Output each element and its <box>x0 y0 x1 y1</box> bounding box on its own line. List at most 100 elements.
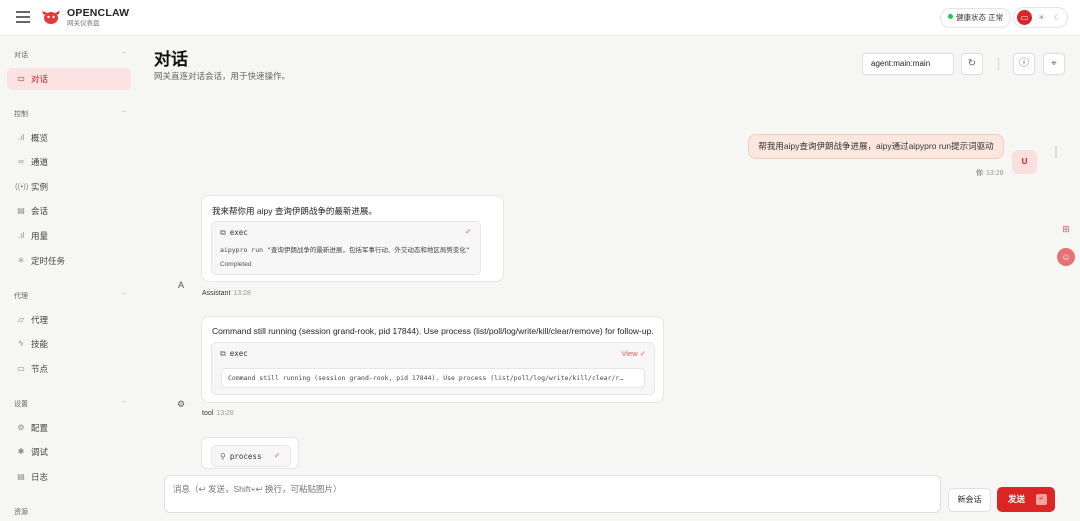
tool-message-card: Command still running (session grand-roo… <box>201 316 664 403</box>
section-resources[interactable]: 资源 <box>14 507 126 517</box>
section-chat[interactable]: 对话 − <box>14 50 126 60</box>
moon-icon[interactable]: ☾ <box>1050 10 1065 25</box>
sun-icon[interactable]: ☀ <box>1034 10 1049 25</box>
link-icon: ∞ <box>18 157 24 166</box>
collapse-icon: − <box>121 50 126 57</box>
sidebar-item-logs[interactable]: ▤ 日志 <box>7 466 131 488</box>
enter-key-icon: ↵ <box>1036 494 1047 505</box>
brain-icon[interactable]: ⓘ <box>1013 53 1035 75</box>
assistant-message-meta: Assistant 13:28 <box>202 290 251 297</box>
message-time: 13:28 <box>986 170 1004 177</box>
health-label: 健康状态 <box>956 13 986 22</box>
zap-icon: ϟ <box>18 339 24 348</box>
tool-call-card[interactable]: ⚲ process ✓ <box>211 445 291 467</box>
section-label: 代理 <box>14 293 28 300</box>
check-icon: ✓ <box>465 227 472 236</box>
section-label: 资源 <box>14 509 28 516</box>
tool-command: aipypro run "查询伊朗战争的最新进展，包括军事行动、外交动态和地区局… <box>220 246 470 254</box>
send-button[interactable]: 发送 ↵ <box>997 487 1055 512</box>
message-author: 你 <box>976 170 983 177</box>
user-message-meta: 你 13:28 <box>976 168 1004 178</box>
health-value: 正常 <box>988 13 1004 22</box>
gear-icon: ⚙ <box>17 423 25 432</box>
status-dot-icon <box>948 14 953 19</box>
tool-message-text: Command still running (session grand-roo… <box>212 326 654 336</box>
health-status: 健康状态 正常 <box>940 8 1012 28</box>
gear-icon: ⚙ <box>177 399 186 409</box>
broadcast-icon: ((•)) <box>15 182 29 191</box>
folder-icon: ▱ <box>17 315 25 324</box>
log-icon: ▤ <box>17 472 25 481</box>
view-link[interactable]: View ✓ <box>622 349 647 358</box>
loader-icon: ✳ <box>17 256 25 265</box>
chat-icon: ▭ <box>17 74 25 83</box>
sidebar-item-instances[interactable]: ((•)) 实例 <box>7 176 131 198</box>
sidebar-item-label: 调试 <box>31 447 49 457</box>
section-control[interactable]: 控制 − <box>14 109 126 119</box>
wrench-icon: ⚲ <box>220 452 226 461</box>
collapse-icon: − <box>121 109 126 116</box>
monitor-theme-icon[interactable]: ▭ <box>1017 10 1032 25</box>
user-avatar: U <box>1012 150 1037 174</box>
section-label: 控制 <box>14 111 28 118</box>
copy-icon: ⧉ <box>220 228 226 237</box>
sidebar: 对话 − ▭ 对话 控制 − .ıl 概览 ∞ 通道 ((•)) 实例 ▤ 会话 .ıl 用量 … <box>0 36 140 521</box>
collapse-icon: − <box>121 399 126 406</box>
sidebar-item-overview[interactable]: .ıl 概览 <box>7 127 131 149</box>
sidebar-item-label: 技能 <box>31 339 49 349</box>
tool-call-card[interactable]: ⧉ exec View ✓ Command still running (sess… <box>211 342 655 395</box>
menu-icon[interactable] <box>16 11 30 23</box>
sidebar-item-label: 节点 <box>31 364 49 374</box>
sidebar-item-nodes[interactable]: ▭ 节点 <box>7 358 131 380</box>
bug-icon: ✱ <box>17 447 25 456</box>
logo-icon <box>42 11 60 24</box>
focus-icon[interactable]: ⌖ <box>1043 53 1065 75</box>
new-session-button[interactable]: 新会话 <box>948 488 991 512</box>
sidebar-item-label: 用量 <box>31 231 49 241</box>
sidebar-item-label: 日志 <box>31 472 49 482</box>
sidebar-item-label: 实例 <box>31 182 49 192</box>
user-message-bubble: 帮我用aipy查询伊朗战争进展，aipy通过aipypro run提示词驱动 <box>748 134 1004 159</box>
sidebar-item-label: 对话 <box>31 74 49 84</box>
sidebar-item-label: 代理 <box>31 315 49 325</box>
message-time: 13:28 <box>233 290 251 297</box>
message-author: Assistant <box>202 290 231 297</box>
message-time: 13:28 <box>216 410 234 417</box>
collapse-icon: − <box>121 291 126 298</box>
assistant-avatar: A <box>178 280 185 290</box>
tool-name: ⧉ exec <box>220 349 248 358</box>
sidebar-item-usage[interactable]: .ıl 用量 <box>7 225 131 247</box>
top-bar: OPENCLAW 网关仪表盘 健康状态 正常 ▭ ☀ ☾ <box>0 0 1080 36</box>
tool-message-meta: tool 13:28 <box>202 410 234 417</box>
tool-name: ⚲ process <box>220 452 262 461</box>
section-agents[interactable]: 代理 − <box>14 291 126 301</box>
page-title: 对话 <box>154 50 188 69</box>
session-select[interactable]: agent:main:main <box>862 53 954 75</box>
bar-chart-icon: .ıl <box>17 133 25 142</box>
sidebar-item-debug[interactable]: ✱ 调试 <box>7 441 131 463</box>
sidebar-item-cron[interactable]: ✳ 定时任务 <box>7 250 131 272</box>
tool-name: ⧉ exec <box>220 228 248 237</box>
refresh-icon[interactable]: ↻ <box>961 53 983 75</box>
assistant-float-icon[interactable]: ☺ <box>1057 248 1075 266</box>
sidebar-item-chat[interactable]: ▭ 对话 <box>7 68 131 90</box>
send-label: 发送 <box>1008 494 1026 504</box>
section-label: 设置 <box>14 401 28 408</box>
section-label: 对话 <box>14 52 28 59</box>
copy-icon: ⧉ <box>220 349 226 358</box>
assistant-message-card: 我来帮你用 aipy 查询伊朗战争的最新进展。 ⧉ exec ✓ aipypro … <box>201 195 504 282</box>
grid-icon[interactable]: ⊞ <box>1057 220 1075 238</box>
brand: OPENCLAW 网关仪表盘 <box>67 8 129 28</box>
brand-subtitle: 网关仪表盘 <box>67 20 100 27</box>
sidebar-item-label: 配置 <box>31 423 49 433</box>
sidebar-item-skills[interactable]: ϟ 技能 <box>7 333 131 355</box>
sidebar-item-agents[interactable]: ▱ 代理 <box>7 309 131 331</box>
sidebar-item-label: 定时任务 <box>31 256 66 266</box>
tool-call-card[interactable]: ⧉ exec ✓ aipypro run "查询伊朗战争的最新进展，包括军事行动、… <box>211 221 481 275</box>
assistant-message-text: 我来帮你用 aipy 查询伊朗战争的最新进展。 <box>212 206 377 216</box>
section-settings[interactable]: 设置 − <box>14 399 126 409</box>
sidebar-item-config[interactable]: ⚙ 配置 <box>7 417 131 439</box>
sidebar-item-sessions[interactable]: ▤ 会话 <box>7 200 131 222</box>
sidebar-item-channels[interactable]: ∞ 通道 <box>7 151 131 173</box>
message-input[interactable] <box>164 475 941 513</box>
